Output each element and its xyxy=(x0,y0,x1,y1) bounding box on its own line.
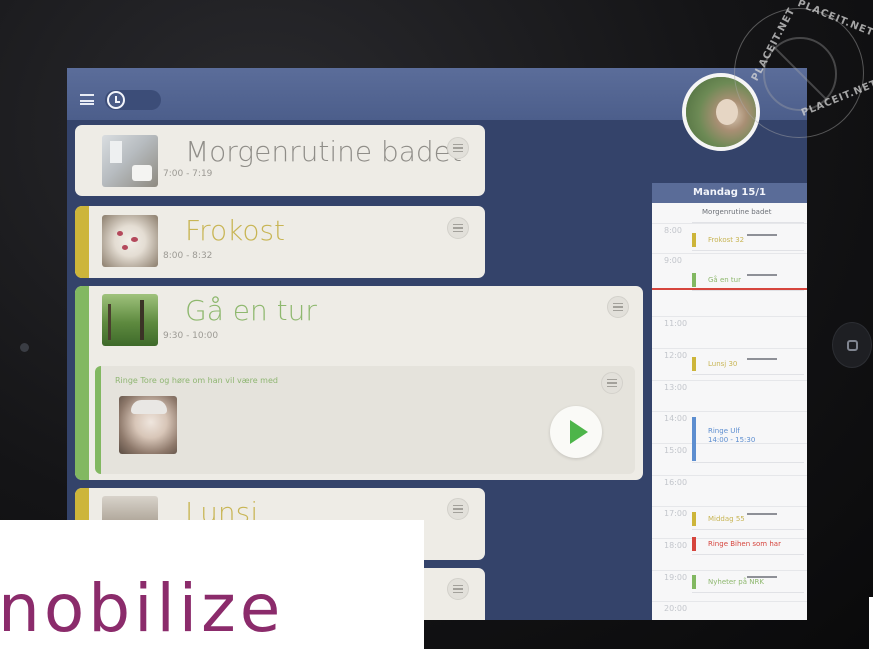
activity-title: Gå en tur xyxy=(185,294,317,327)
hour-line xyxy=(652,601,807,602)
category-stripe xyxy=(75,286,89,480)
list-menu-button[interactable] xyxy=(447,217,469,239)
current-time-indicator xyxy=(652,288,807,290)
placeit-watermark: PLACEIT.NET PLACEIT.NET PLACEIT.NET xyxy=(734,0,873,138)
hour-label: 17:00 xyxy=(664,509,688,518)
clock-icon xyxy=(107,91,125,109)
event-time: 14:00 - 15:30 xyxy=(708,436,756,444)
hamburger-menu-icon[interactable] xyxy=(80,94,94,105)
activity-title: Morgenrutine badet xyxy=(185,135,462,168)
hour-line xyxy=(652,380,807,381)
calendar-date-header: Mandag 15/1 xyxy=(652,183,807,203)
logo-overlay: nobilize xyxy=(0,520,424,649)
list-menu-button[interactable] xyxy=(607,296,629,318)
activity-card-ga-en-tur[interactable]: Gå en tur 9:30 - 10:00 Ringe Tore og hør… xyxy=(75,286,643,480)
hour-line xyxy=(652,316,807,317)
activity-time: 8:00 - 8:32 xyxy=(163,251,213,261)
event-label: Ringe Ulf xyxy=(708,427,740,435)
event-label: Middag 55 xyxy=(708,515,745,523)
contact-photo xyxy=(119,396,177,454)
calendar-event[interactable]: Nyheter på NRK xyxy=(692,573,804,593)
hour-line xyxy=(652,253,807,254)
list-menu-button[interactable] xyxy=(447,498,469,520)
hour-label: 11:00 xyxy=(664,319,688,328)
activity-time: 7:00 - 7:19 xyxy=(163,169,213,179)
activity-card-morgenrutine[interactable]: Morgenrutine badet 7:00 - 7:19 xyxy=(75,125,485,196)
hour-label: 14:00 xyxy=(664,414,688,423)
event-label: Gå en tur xyxy=(708,276,741,284)
hour-label: 8:00 xyxy=(664,226,682,235)
hour-label: 18:00 xyxy=(664,541,688,550)
calendar-event[interactable]: Morgenrutine badet xyxy=(692,203,804,223)
sub-task-card[interactable]: Ringe Tore og høre om han vil være med xyxy=(95,366,635,474)
hour-label: 12:00 xyxy=(664,351,688,360)
hour-line xyxy=(652,570,807,571)
hour-line xyxy=(652,475,807,476)
front-camera xyxy=(20,343,29,352)
category-stripe xyxy=(75,206,89,278)
event-label: Lunsj 30 xyxy=(708,360,738,368)
sub-task-note: Ringe Tore og høre om han vil være med xyxy=(115,376,278,385)
hour-line xyxy=(652,411,807,412)
hour-label: 9:00 xyxy=(664,256,682,265)
breakfast-thumbnail xyxy=(102,215,158,267)
hour-line xyxy=(652,348,807,349)
sub-task-menu-button[interactable] xyxy=(601,372,623,394)
event-label: Frokost 32 xyxy=(708,236,745,244)
event-label: Morgenrutine badet xyxy=(702,208,772,216)
hour-line xyxy=(652,223,807,224)
logo-text: nobilize xyxy=(0,570,285,647)
calendar-event[interactable]: Ringe Ulf 14:00 - 15:30 xyxy=(692,415,804,463)
event-label: Nyheter på NRK xyxy=(708,578,764,586)
clock-view-toggle[interactable] xyxy=(105,90,161,110)
calendar-event[interactable]: Middag 55 xyxy=(692,510,804,530)
calendar-event[interactable]: Frokost 32 xyxy=(692,231,804,251)
hour-label: 20:00 xyxy=(664,604,688,613)
activity-title: Frokost xyxy=(185,214,286,247)
activity-card-frokost[interactable]: Frokost 8:00 - 8:32 xyxy=(75,206,485,278)
activity-time: 9:30 - 10:00 xyxy=(163,331,219,341)
right-overlay-edge xyxy=(869,597,873,649)
hour-label: 13:00 xyxy=(664,383,688,392)
park-thumbnail xyxy=(102,294,158,346)
watermark-text-top: PLACEIT.NET xyxy=(795,0,873,39)
list-menu-button[interactable] xyxy=(447,137,469,159)
bathroom-thumbnail xyxy=(102,135,158,187)
home-button-icon xyxy=(846,339,858,351)
calendar-event[interactable]: Ringe Bihen som har xyxy=(692,535,804,555)
day-calendar: Mandag 15/1 8:00 9:00 11:00 12:00 13:00 … xyxy=(652,183,807,620)
hour-label: 15:00 xyxy=(664,446,688,455)
sub-task-stripe xyxy=(95,366,101,474)
home-button[interactable] xyxy=(832,322,872,368)
hour-label: 16:00 xyxy=(664,478,688,487)
hour-label: 19:00 xyxy=(664,573,688,582)
event-label: Ringe Bihen som har xyxy=(708,540,781,548)
hour-line xyxy=(652,506,807,507)
calendar-event[interactable]: Lunsj 30 xyxy=(692,355,804,375)
play-button[interactable] xyxy=(550,406,602,458)
list-menu-button[interactable] xyxy=(447,578,469,600)
